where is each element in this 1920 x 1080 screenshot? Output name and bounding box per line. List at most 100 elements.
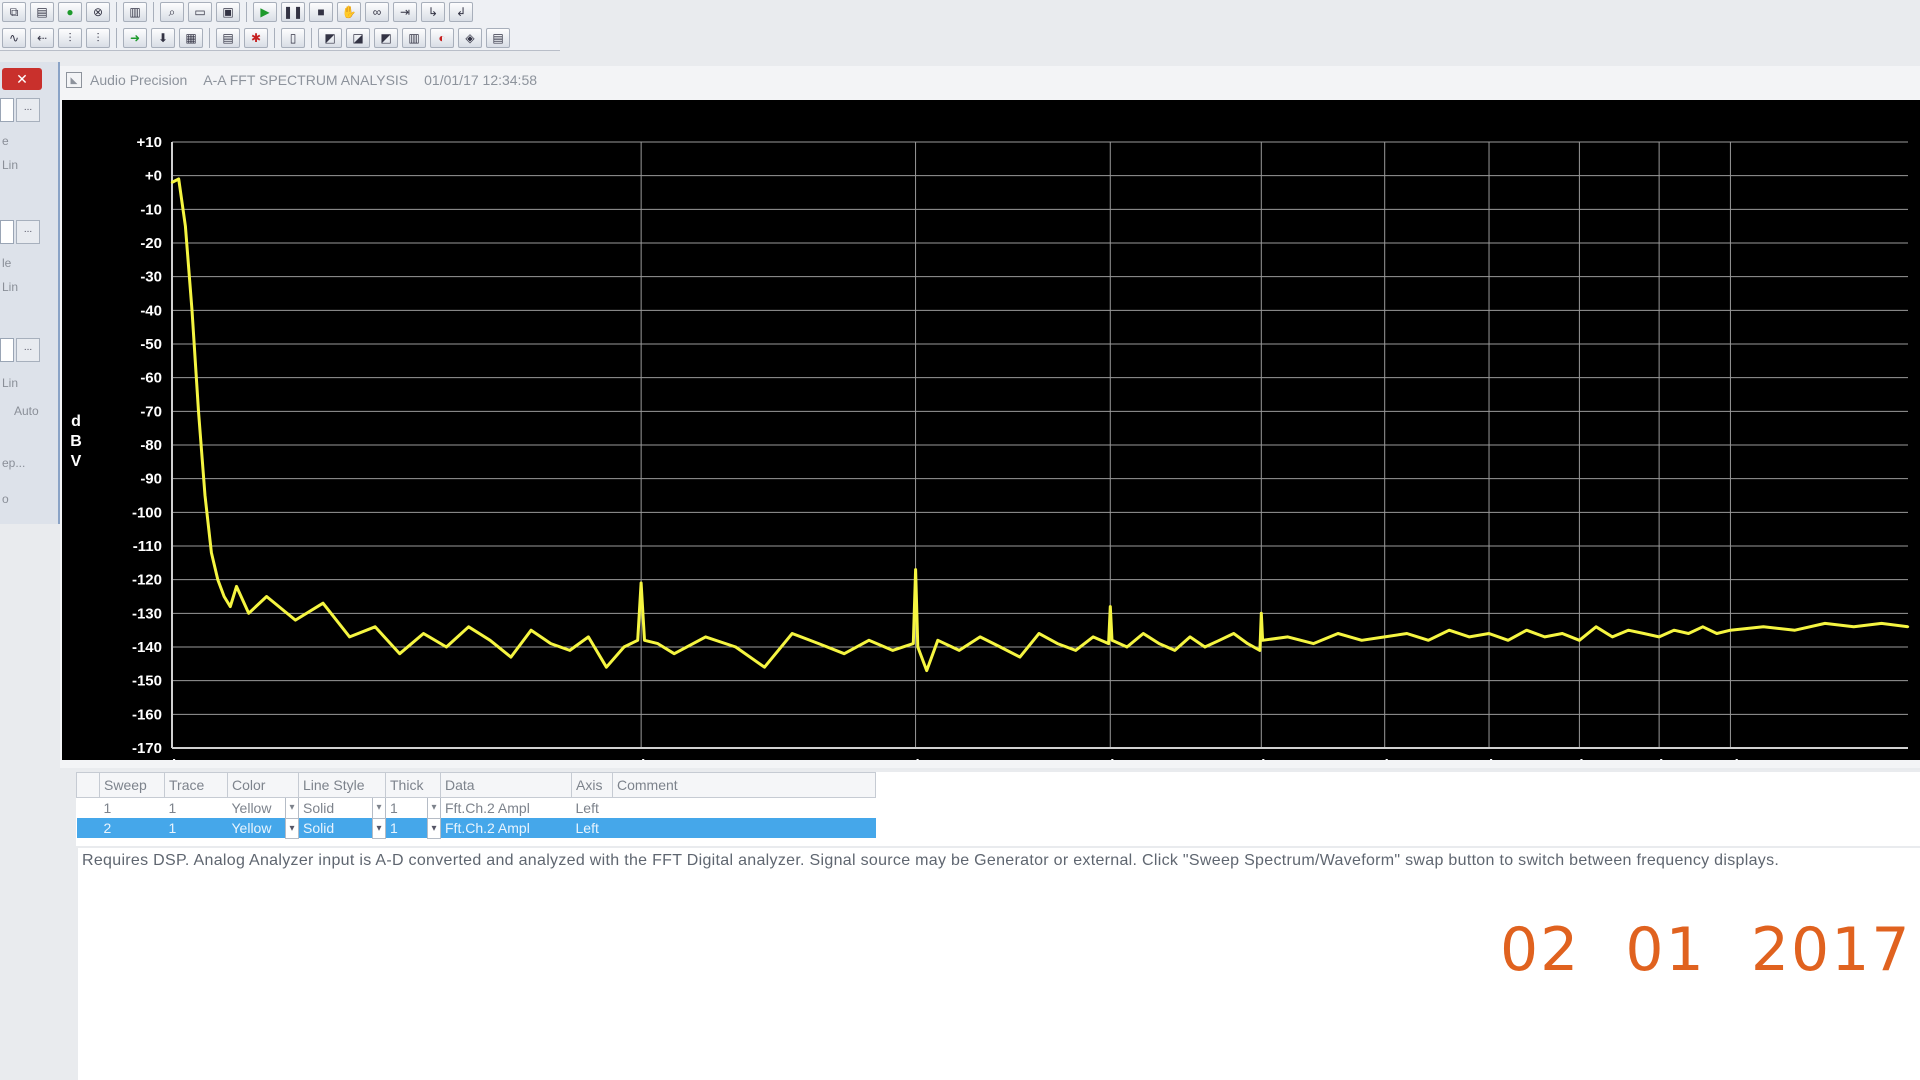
- close-icon[interactable]: ✕: [2, 68, 42, 90]
- left-panel-label: ep...: [2, 456, 26, 470]
- y-tick-label: -90: [140, 471, 162, 488]
- toolbar: ⧉ ▤ ● ⊗ ▥ ⌕ ▭ ▣ ▶ ❚❚ ■ ✋ ∞ ⇥ ↳ ↲ ∿ ⇠ ⫶ ⫶…: [0, 0, 560, 51]
- chart-icon[interactable]: ▥: [123, 2, 147, 22]
- chevron-down-icon[interactable]: ▾: [427, 797, 441, 819]
- y-tick-label: -140: [132, 639, 162, 656]
- axis-cell[interactable]: Left: [571, 818, 613, 838]
- column-header[interactable]: Trace: [164, 772, 228, 798]
- table-icon[interactable]: ▦: [179, 28, 203, 48]
- graph5-icon[interactable]: ◐: [430, 28, 454, 48]
- antenna-icon[interactable]: ✱: [244, 28, 268, 48]
- spectrum-point: [867, 639, 871, 642]
- graph6-icon[interactable]: ◈: [458, 28, 482, 48]
- data-cell[interactable]: Fft.Ch.2 Ampl: [441, 798, 572, 819]
- graph4-icon[interactable]: ▥: [402, 28, 426, 48]
- chevron-down-icon[interactable]: ▾: [285, 817, 299, 839]
- row-selector[interactable]: [76, 818, 100, 838]
- thick-cell[interactable]: 1: [385, 818, 428, 838]
- left-panel-field[interactable]: [0, 338, 14, 362]
- column-header[interactable]: Axis: [571, 772, 613, 798]
- left-panel-field[interactable]: [0, 220, 14, 244]
- stop-icon[interactable]: ■: [309, 2, 333, 22]
- paste-icon[interactable]: ▤: [30, 2, 54, 22]
- spectrum-point: [1687, 632, 1690, 635]
- link-icon[interactable]: ∞: [365, 2, 389, 22]
- green-circle-icon[interactable]: ●: [58, 2, 82, 22]
- copy-icon[interactable]: ⧉: [2, 2, 26, 22]
- sweep-cell[interactable]: 2: [99, 818, 165, 838]
- column-header[interactable]: Color: [227, 772, 299, 798]
- table-row[interactable]: 1 1 Yellow ▾ Solid ▾ 1 ▾ Fft.Ch.2 Ampl L…: [77, 797, 876, 819]
- play-icon[interactable]: ▶: [253, 2, 277, 22]
- data-cell[interactable]: Fft.Ch.2 Ampl: [440, 818, 572, 838]
- spectrum-point: [605, 666, 608, 669]
- sweep-cell[interactable]: 1: [100, 798, 165, 819]
- trace-cell[interactable]: 1: [164, 818, 228, 838]
- hand-icon[interactable]: ✋: [337, 2, 361, 22]
- line-style-cell[interactable]: Solid: [298, 818, 373, 838]
- row-selector[interactable]: [77, 798, 100, 819]
- spectrum-point: [791, 632, 794, 635]
- chevron-down-icon[interactable]: ▾: [372, 817, 386, 839]
- waveform-icon[interactable]: ∿: [2, 28, 26, 48]
- fft-spectrum-chart: +10 +0 -10 -20 -30 -40 -50 -60 -70 -80 -90 -100 -110…: [70, 134, 1910, 760]
- download-icon[interactable]: ⬇: [151, 28, 175, 48]
- column-header[interactable]: Comment: [612, 772, 876, 798]
- graph1-icon[interactable]: ◩: [318, 28, 342, 48]
- column-header[interactable]: Sweep: [99, 772, 165, 798]
- branch-icon[interactable]: ↳: [421, 2, 445, 22]
- spectrum-point: [1142, 632, 1145, 635]
- line-style-cell[interactable]: Solid: [299, 798, 373, 819]
- graph3-icon[interactable]: ◩: [374, 28, 398, 48]
- spectrum-point: [265, 595, 268, 598]
- comment-cell[interactable]: [613, 798, 876, 819]
- graph-title-bar: ◣ Audio Precision A-A FFT SPECTRUM ANALY…: [60, 66, 1920, 94]
- axis-cell[interactable]: Left: [572, 798, 613, 819]
- table-row-selected[interactable]: 2 1 Yellow ▾ Solid ▾ 1 ▾ Fft.Ch.2 Ampl L…: [76, 817, 876, 839]
- color-cell[interactable]: Yellow: [228, 798, 286, 819]
- spectrum-point: [656, 642, 659, 645]
- chevron-down-icon[interactable]: ▾: [427, 817, 441, 839]
- auto-checkbox-label[interactable]: Auto: [14, 404, 39, 418]
- chevron-down-icon[interactable]: ▾: [285, 797, 299, 819]
- step-icon[interactable]: ⇥: [393, 2, 417, 22]
- spectrum-point: [373, 625, 377, 628]
- sliders-icon[interactable]: ⫶: [58, 28, 82, 48]
- export-icon[interactable]: ➜: [123, 28, 147, 48]
- trace-table-grid: Sweep Trace Color Line Style Thick Data …: [76, 772, 876, 839]
- branch2-icon[interactable]: ↲: [449, 2, 473, 22]
- left-panel-browse-button[interactable]: ...: [16, 338, 40, 362]
- graph7-icon[interactable]: ▤: [486, 28, 510, 48]
- column-header[interactable]: Line Style: [298, 772, 386, 798]
- stop-circle-icon[interactable]: ⊗: [86, 2, 110, 22]
- column-header[interactable]: Data: [440, 772, 572, 798]
- spectrum-point: [1729, 629, 1732, 632]
- left-panel-browse-button[interactable]: ...: [16, 220, 40, 244]
- spectrum-point: [1715, 632, 1719, 635]
- y-tick-label: +10: [137, 134, 162, 151]
- spectrum-point: [843, 652, 846, 655]
- thick-cell[interactable]: 1: [386, 798, 428, 819]
- color-cell[interactable]: Yellow: [227, 818, 286, 838]
- left-panel-field[interactable]: [0, 98, 14, 122]
- spectrum-point: [1793, 629, 1797, 632]
- column-header[interactable]: Thick: [385, 772, 441, 798]
- trace-cell[interactable]: 1: [165, 798, 228, 819]
- meter-icon[interactable]: ▤: [216, 28, 240, 48]
- arrow-icon[interactable]: ⇠: [30, 28, 54, 48]
- window-icon[interactable]: ▭: [188, 2, 212, 22]
- spectrum-point: [184, 225, 187, 228]
- spectrum-point: [1037, 632, 1041, 635]
- window2-icon[interactable]: ▣: [216, 2, 240, 22]
- spectrum-point: [1906, 625, 1910, 628]
- graph2-icon[interactable]: ◪: [346, 28, 370, 48]
- sliders2-icon[interactable]: ⫶: [86, 28, 110, 48]
- left-panel-browse-button[interactable]: ...: [16, 98, 40, 122]
- find-icon[interactable]: ⌕: [160, 2, 184, 22]
- chevron-down-icon[interactable]: ▾: [372, 797, 386, 819]
- pause-icon[interactable]: ❚❚: [281, 2, 305, 22]
- plot-area[interactable]: +10 +0 -10 -20 -30 -40 -50 -60 -70 -80 -90 -100 -110…: [62, 100, 1920, 760]
- comment-cell[interactable]: [612, 818, 876, 838]
- page-icon[interactable]: ▯: [281, 28, 305, 48]
- left-panel-label: Lin: [2, 158, 19, 172]
